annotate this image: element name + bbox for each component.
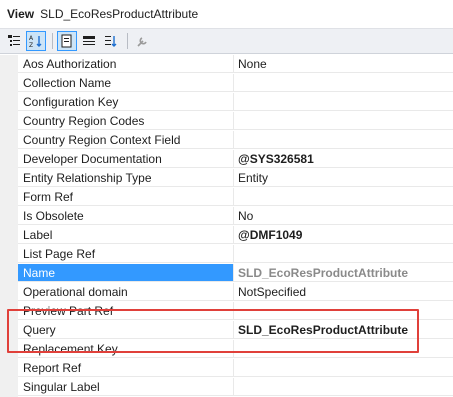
property-label: Operational domain (18, 283, 234, 301)
property-label: Country Region Context Field (18, 131, 234, 149)
svg-text:Z: Z (29, 42, 33, 48)
row-gutter (0, 74, 18, 93)
property-label: Form Ref (18, 188, 234, 206)
property-row-name[interactable]: Name SLD_EcoResProductAttribute (0, 264, 453, 283)
wrench-button[interactable] (132, 31, 152, 51)
categorized-icon (8, 35, 20, 46)
row-gutter (0, 226, 18, 245)
property-row-form-ref[interactable]: Form Ref (0, 188, 453, 207)
row-gutter (0, 207, 18, 226)
row-gutter (0, 359, 18, 378)
property-row-singular-label[interactable]: Singular Label (0, 378, 453, 397)
property-value[interactable] (234, 74, 453, 92)
property-value[interactable] (234, 188, 453, 206)
property-row-configuration-key[interactable]: Configuration Key (0, 93, 453, 112)
property-row-developer-documentation[interactable]: Developer Documentation @SYS326581 (0, 150, 453, 169)
property-label: Country Region Codes (18, 112, 234, 130)
property-row-is-obsolete[interactable]: Is Obsolete No (0, 207, 453, 226)
object-kind: View (7, 7, 35, 21)
row-gutter (0, 264, 18, 283)
property-value[interactable] (234, 378, 453, 396)
events-button[interactable] (79, 31, 99, 51)
property-label: Is Obsolete (18, 207, 234, 225)
property-row-operational-domain[interactable]: Operational domain NotSpecified (0, 283, 453, 302)
property-row-report-ref[interactable]: Report Ref (0, 359, 453, 378)
svg-text:A: A (29, 35, 34, 42)
row-gutter (0, 378, 18, 397)
property-label: Developer Documentation (18, 150, 234, 168)
row-gutter (0, 245, 18, 264)
events-icon (83, 36, 95, 45)
property-label: Report Ref (18, 359, 234, 377)
property-value[interactable] (234, 131, 453, 149)
property-value[interactable] (234, 359, 453, 377)
properties-toolbar: A Z (0, 28, 453, 54)
property-label: Configuration Key (18, 93, 234, 111)
property-row-aos-authorization[interactable]: Aos Authorization None (0, 55, 453, 74)
property-row-collection-name[interactable]: Collection Name (0, 74, 453, 93)
alphabetical-button[interactable]: A Z (26, 31, 46, 51)
property-pages-button[interactable] (57, 31, 77, 51)
property-pages-icon (61, 34, 72, 48)
row-gutter (0, 283, 18, 302)
property-label: Entity Relationship Type (18, 169, 234, 187)
object-name: SLD_EcoResProductAttribute (40, 7, 199, 21)
row-gutter (0, 55, 18, 74)
alphabetical-sort-icon: A Z (29, 35, 42, 48)
property-row-list-page-ref[interactable]: List Page Ref (0, 245, 453, 264)
property-label: Collection Name (18, 74, 234, 92)
row-gutter (0, 131, 18, 150)
categorized-button[interactable] (4, 31, 24, 51)
property-value[interactable]: SLD_EcoResProductAttribute (234, 264, 453, 282)
property-value[interactable]: Entity (234, 169, 453, 187)
property-label: Aos Authorization (18, 55, 234, 73)
row-gutter (0, 169, 18, 188)
property-label: Label (18, 226, 234, 244)
property-value[interactable]: NotSpecified (234, 283, 453, 301)
row-gutter (0, 112, 18, 131)
property-row-entity-relationship-type[interactable]: Entity Relationship Type Entity (0, 169, 453, 188)
toolbar-separator (127, 33, 128, 49)
property-value[interactable]: No (234, 207, 453, 225)
property-label: List Page Ref (18, 245, 234, 263)
row-gutter (0, 188, 18, 207)
property-label: Singular Label (18, 378, 234, 396)
property-row-country-region-codes[interactable]: Country Region Codes (0, 112, 453, 131)
annotation-highlight-box (7, 309, 419, 353)
window-header: View SLD_EcoResProductAttribute (0, 0, 453, 28)
row-gutter (0, 93, 18, 112)
sort-order-icon (105, 36, 117, 47)
property-value[interactable]: @SYS326581 (234, 150, 453, 168)
property-value[interactable]: @DMF1049 (234, 226, 453, 244)
property-row-label[interactable]: Label @DMF1049 (0, 226, 453, 245)
wrench-icon (137, 37, 147, 47)
property-value[interactable] (234, 112, 453, 130)
property-value[interactable] (234, 93, 453, 111)
sort-order-button[interactable] (101, 31, 121, 51)
toolbar-separator (52, 33, 53, 49)
property-value[interactable]: None (234, 55, 453, 73)
property-row-country-region-context-field[interactable]: Country Region Context Field (0, 131, 453, 150)
row-gutter (0, 150, 18, 169)
property-value[interactable] (234, 245, 453, 263)
property-label: Name (18, 264, 234, 282)
